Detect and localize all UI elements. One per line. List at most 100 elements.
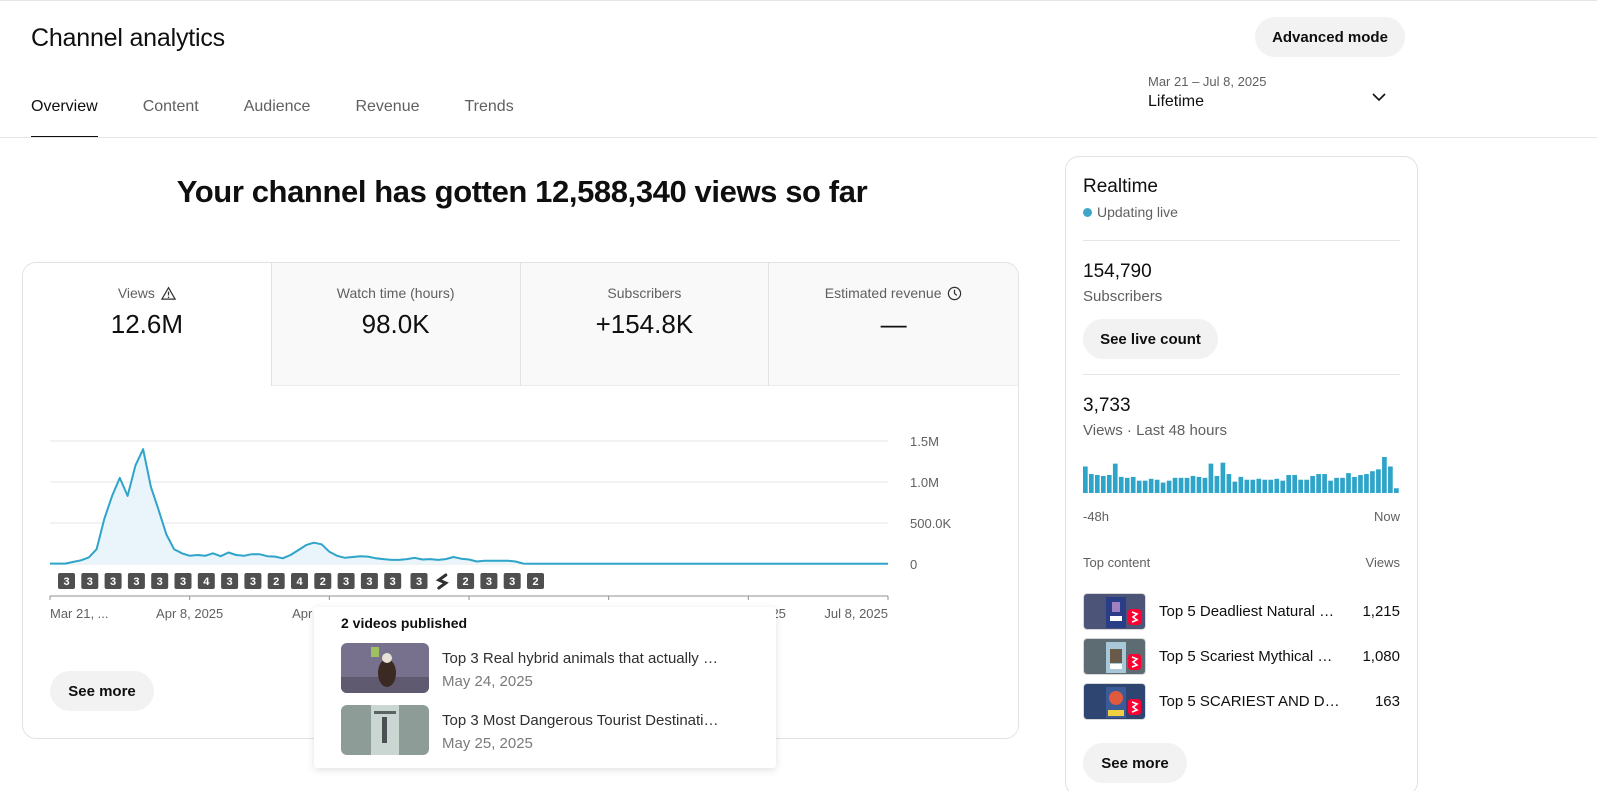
- metric-subscribers-label: Subscribers: [607, 285, 682, 301]
- y-tick-label: 0: [910, 557, 917, 572]
- realtime-bar: [1088, 474, 1094, 493]
- publish-marker[interactable]: 4: [197, 573, 215, 589]
- tooltip-video-title: Top 3 Real hybrid animals that actually …: [442, 650, 718, 667]
- publish-marker[interactable]: 2: [457, 573, 475, 589]
- realtime-views-value: 3,733: [1083, 395, 1131, 416]
- realtime-bar: [1346, 473, 1351, 493]
- realtime-card: Realtime Updating live 154,790 Subscribe…: [1065, 156, 1418, 791]
- realtime-bar: [1136, 480, 1142, 493]
- publish-marker[interactable]: 3: [174, 573, 192, 589]
- shorts-icon[interactable]: [435, 573, 449, 590]
- realtime-bar: [1268, 479, 1274, 493]
- views-headline: Your channel has gotten 12,588,340 views…: [176, 174, 868, 209]
- realtime-bar: [1100, 475, 1106, 493]
- realtime-bar: [1322, 474, 1327, 493]
- svg-text:2: 2: [463, 576, 469, 588]
- publish-marker[interactable]: 3: [360, 573, 378, 589]
- metric-watch-time-value: 98.0K: [361, 309, 430, 339]
- metric-tabs: Views 12.6M Watch time (hours) 98.0K Sub…: [23, 263, 1018, 386]
- top-content-views: 1,080: [1362, 648, 1400, 665]
- publish-marker[interactable]: 3: [151, 573, 169, 589]
- publish-marker[interactable]: 3: [384, 573, 402, 589]
- date-range-text: Mar 21 – Jul 8, 2025: [1148, 74, 1267, 89]
- publish-marker[interactable]: 3: [410, 573, 428, 589]
- top-content-row[interactable]: Top 5 Deadliest Natural D… 1,215: [1083, 593, 1400, 631]
- realtime-bar: [1238, 476, 1244, 493]
- publish-marker[interactable]: 4: [291, 573, 308, 589]
- publish-marker[interactable]: 3: [221, 573, 239, 589]
- realtime-bar: [1394, 488, 1399, 493]
- realtime-bar: [1106, 475, 1112, 493]
- publish-marker[interactable]: 3: [81, 573, 99, 589]
- svg-text:4: 4: [203, 576, 210, 588]
- metric-watch-time[interactable]: Watch time (hours) 98.0K: [271, 263, 521, 386]
- tooltip-video-item[interactable]: Top 3 Most Dangerous Tourist Destinati… …: [341, 705, 761, 757]
- period-label: Lifetime: [1148, 93, 1205, 110]
- svg-text:3: 3: [390, 576, 396, 588]
- tooltip-video-item[interactable]: Top 3 Real hybrid animals that actually …: [341, 643, 761, 695]
- publish-marker[interactable]: 3: [337, 573, 355, 589]
- tab-overview[interactable]: Overview: [31, 98, 98, 138]
- realtime-bar: [1148, 478, 1154, 493]
- see-more-button[interactable]: See more: [50, 671, 154, 711]
- realtime-bar: [1118, 476, 1124, 493]
- realtime-bar: [1328, 480, 1333, 493]
- top-content-title: Top 5 Scariest Mythical …: [1159, 648, 1333, 665]
- video-thumbnail: [1083, 593, 1146, 630]
- realtime-bar: [1202, 477, 1208, 493]
- top-content-views-header: Views: [1365, 555, 1400, 570]
- advanced-mode-button[interactable]: Advanced mode: [1255, 17, 1405, 57]
- tab-content[interactable]: Content: [143, 98, 199, 138]
- date-range-picker[interactable]: Mar 21 – Jul 8, 2025 Lifetime: [1148, 74, 1405, 126]
- publish-marker[interactable]: 2: [314, 573, 332, 589]
- svg-text:3: 3: [250, 576, 256, 588]
- publish-marker[interactable]: 3: [244, 573, 262, 589]
- realtime-bar: [1172, 477, 1178, 493]
- divider: [1083, 240, 1400, 241]
- top-content-views: 1,215: [1362, 603, 1400, 620]
- realtime-bar: [1083, 466, 1088, 493]
- page-title: Channel analytics: [31, 24, 225, 52]
- publish-marker[interactable]: 2: [527, 573, 544, 589]
- realtime-bar: [1262, 479, 1268, 493]
- see-live-count-button[interactable]: See live count: [1083, 319, 1218, 359]
- realtime-bar: [1232, 481, 1238, 493]
- svg-text:3: 3: [133, 576, 139, 588]
- realtime-bar: [1340, 477, 1345, 493]
- realtime-see-more-button[interactable]: See more: [1083, 743, 1187, 783]
- tab-audience[interactable]: Audience: [244, 98, 311, 138]
- metric-revenue[interactable]: Estimated revenue —: [769, 263, 1018, 386]
- realtime-bar: [1142, 480, 1148, 493]
- tab-revenue[interactable]: Revenue: [355, 98, 419, 138]
- top-content-views: 163: [1374, 693, 1400, 710]
- publish-marker[interactable]: 3: [127, 573, 145, 589]
- realtime-subscribers-value: 154,790: [1083, 261, 1152, 282]
- publish-marker[interactable]: 2: [267, 573, 285, 589]
- live-status: Updating live: [1083, 204, 1178, 220]
- metric-views-label: Views: [117, 285, 155, 301]
- realtime-bar: [1190, 475, 1196, 493]
- realtime-bar: [1214, 475, 1220, 493]
- publish-marker[interactable]: 3: [58, 573, 75, 589]
- realtime-title: Realtime: [1083, 176, 1158, 197]
- top-content-row[interactable]: Top 5 Scariest Mythical … 1,080: [1083, 638, 1400, 676]
- metric-subscribers[interactable]: Subscribers +154.8K: [520, 263, 770, 386]
- realtime-bar: [1178, 477, 1184, 493]
- top-content-row[interactable]: Top 5 SCARIEST AND DEA… 163: [1083, 683, 1400, 721]
- publish-marker[interactable]: 3: [503, 573, 521, 589]
- svg-text:2: 2: [320, 576, 326, 588]
- metric-subscribers-value: +154.8K: [595, 309, 694, 339]
- tab-bar: Overview Content Audience Revenue Trends: [31, 98, 559, 138]
- publish-marker[interactable]: 3: [104, 573, 122, 589]
- realtime-views-bar-chart[interactable]: [1083, 453, 1400, 493]
- video-thumbnail: [341, 643, 429, 693]
- metric-views[interactable]: Views 12.6M: [23, 263, 272, 386]
- tabs-divider: [0, 137, 1597, 138]
- tooltip-video-title: Top 3 Most Dangerous Tourist Destinati…: [442, 712, 719, 729]
- metric-revenue-label: Estimated revenue: [824, 285, 942, 301]
- realtime-bar: [1250, 479, 1256, 493]
- publish-marker[interactable]: 3: [480, 573, 498, 589]
- realtime-bar: [1220, 462, 1226, 493]
- tab-trends[interactable]: Trends: [465, 98, 514, 138]
- svg-text:3: 3: [180, 576, 186, 588]
